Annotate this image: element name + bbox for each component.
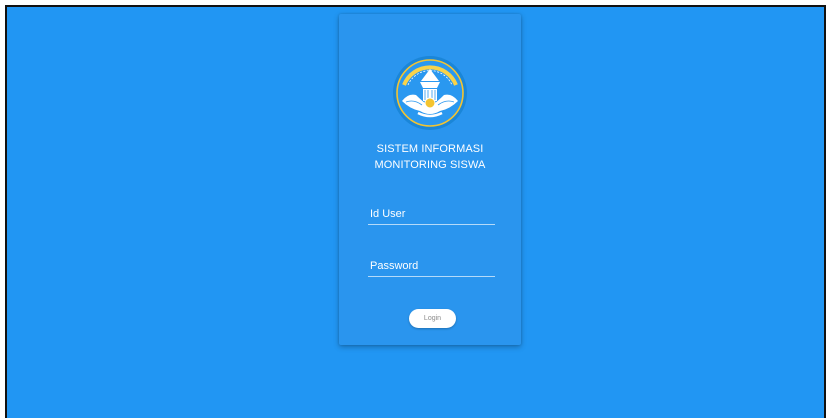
- app-title-line-2: MONITORING SISWA: [374, 159, 486, 171]
- tut-wuri-handayani-logo-icon: [393, 56, 467, 130]
- app-title-line-1: SISTEM INFORMASI: [376, 143, 484, 155]
- login-card: SISTEM INFORMASI MONITORING SISWA Login: [339, 14, 521, 345]
- password-field-container: [368, 256, 495, 277]
- user-id-field-container: [368, 204, 495, 225]
- app-title: SISTEM INFORMASI MONITORING SISWA: [339, 141, 521, 173]
- login-button[interactable]: Login: [409, 309, 456, 328]
- browser-viewport: SISTEM INFORMASI MONITORING SISWA Login: [5, 5, 826, 418]
- user-id-input[interactable]: [368, 208, 495, 224]
- password-input[interactable]: [368, 260, 495, 276]
